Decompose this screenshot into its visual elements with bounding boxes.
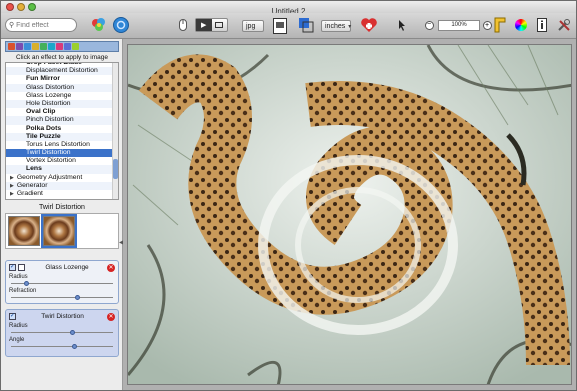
app-window: Untitled 2 ⚲ ▶ jpg inches▾	[0, 0, 577, 391]
category-icon[interactable]	[48, 43, 55, 50]
category-icon[interactable]	[56, 43, 63, 50]
effect-list-item[interactable]: Glass Distortion	[6, 83, 114, 92]
units-popup[interactable]: inches ▾	[321, 20, 351, 32]
format-label: jpg	[246, 22, 256, 30]
effect-list-item[interactable]: Tile Puzzle	[6, 132, 114, 141]
radius-slider[interactable]	[11, 330, 113, 335]
slider-knob[interactable]	[23, 281, 29, 286]
category-icon[interactable]	[24, 43, 31, 50]
effect-categories-bar[interactable]	[5, 41, 119, 52]
resize-icon[interactable]	[297, 16, 315, 34]
minimize-button[interactable]	[17, 3, 25, 11]
list-scrollbar[interactable]	[112, 63, 118, 199]
effect-list-item[interactable]: Twirl Distortion	[6, 149, 114, 158]
title-bar: Untitled 2	[1, 1, 576, 16]
effect-list-item[interactable]: Pinch Distortion	[6, 116, 114, 125]
effect-list-item[interactable]: Fun Mirror	[6, 75, 114, 83]
zoom-field[interactable]: 100%	[438, 20, 480, 31]
scroll-thumb[interactable]	[113, 159, 118, 179]
search-input[interactable]	[16, 21, 75, 29]
search-icon: ⚲	[9, 22, 15, 29]
slider-knob[interactable]	[74, 295, 80, 300]
category-icon[interactable]	[8, 43, 15, 50]
search-field[interactable]: ⚲	[5, 18, 77, 32]
layer-option-checkbox[interactable]	[18, 264, 25, 271]
category-icon[interactable]	[32, 43, 39, 50]
radius-slider[interactable]	[11, 281, 113, 286]
preview-thumbnail[interactable]	[8, 216, 40, 246]
param-label: Radius	[9, 274, 28, 280]
effect-list-item[interactable]: Polka Dots	[6, 125, 114, 133]
mouse-icon[interactable]	[177, 16, 189, 34]
globe-icon[interactable]	[111, 16, 131, 34]
delete-layer-icon[interactable]: ✕	[107, 263, 115, 272]
preview-thumbnail-selected[interactable]	[41, 214, 77, 248]
units-label: inches	[325, 22, 346, 30]
layer-panel-twirl-distortion: ✓ Twirl Distortion ✕ Radius Angle	[5, 309, 119, 357]
canvas-area	[123, 39, 576, 390]
param-label: Radius	[9, 323, 28, 329]
zoom-button[interactable]	[28, 3, 36, 11]
selected-effect-name: Twirl Distortion	[39, 204, 85, 211]
effect-list-item[interactable]: Lens	[6, 165, 114, 174]
effect-list-item[interactable]: Hole Distortion	[6, 99, 114, 109]
close-button[interactable]	[6, 3, 14, 11]
layer-enable-checkbox[interactable]: ✓	[9, 264, 16, 271]
zoom-in-icon[interactable]: +	[482, 20, 492, 31]
twirled-leopard-photo	[128, 45, 571, 384]
chevron-down-icon: ▾	[348, 23, 352, 30]
color-picker-icon[interactable]	[514, 16, 528, 34]
sidebar-hint: Click an effect to apply to image	[15, 54, 108, 61]
effect-group-item[interactable]: Geometry Adjustment	[6, 174, 114, 182]
add-layer-heart-icon[interactable]	[359, 16, 379, 34]
crop-tool-icon[interactable]	[212, 19, 228, 31]
image-canvas[interactable]	[127, 44, 572, 385]
effects-browser-icon[interactable]	[89, 16, 109, 34]
slider-knob[interactable]	[69, 330, 75, 335]
effect-list-item[interactable]: Vortex Distortion	[6, 157, 114, 165]
effect-list-item[interactable]: Torus Lens Distortion	[6, 141, 114, 149]
angle-slider[interactable]	[11, 344, 113, 349]
category-icon[interactable]	[40, 43, 47, 50]
param-label: Angle	[9, 337, 25, 343]
layer-name: Glass Lozenge	[45, 264, 89, 271]
delete-layer-icon[interactable]: ✕	[107, 312, 115, 321]
page-settings-icon[interactable]	[271, 17, 288, 35]
effects-sidebar: Click an effect to apply to image Crop F…	[1, 39, 124, 390]
category-icon[interactable]	[16, 43, 23, 50]
pointer-icon[interactable]	[397, 16, 407, 34]
toolbar: ⚲ ▶ jpg inches▾	[1, 13, 576, 39]
effect-list-item[interactable]: Glass Lozenge	[6, 92, 114, 100]
param-label: Refraction	[9, 288, 37, 294]
effect-list-item[interactable]: Displacement Distortion	[6, 67, 114, 76]
ruler-icon[interactable]	[493, 16, 507, 34]
effect-group-item[interactable]: Gradient	[6, 190, 114, 198]
effect-list-item[interactable]: Oval Clip	[6, 108, 114, 116]
slider-knob[interactable]	[71, 344, 77, 349]
effect-group-item[interactable]: Generator	[6, 181, 114, 190]
effect-previews	[5, 213, 119, 249]
select-tool-icon[interactable]: ▶	[196, 19, 212, 31]
info-icon[interactable]	[536, 16, 548, 34]
category-icon[interactable]	[64, 43, 71, 50]
effects-list[interactable]: Crop Facet Blade Displacement Distortion F…	[5, 62, 119, 200]
layer-name: Twirl Distortion	[41, 313, 84, 320]
format-popup[interactable]: jpg	[242, 20, 264, 32]
zoom-out-icon[interactable]: −	[424, 20, 434, 31]
tool-segment: ▶	[195, 18, 228, 32]
refraction-slider[interactable]	[11, 295, 113, 300]
layer-panel-glass-lozenge: ✓ Glass Lozenge ✕ Radius Refraction	[5, 260, 119, 304]
tools-icon[interactable]	[556, 16, 572, 34]
category-icon[interactable]	[72, 43, 79, 50]
layer-enable-checkbox[interactable]: ✓	[9, 313, 16, 320]
